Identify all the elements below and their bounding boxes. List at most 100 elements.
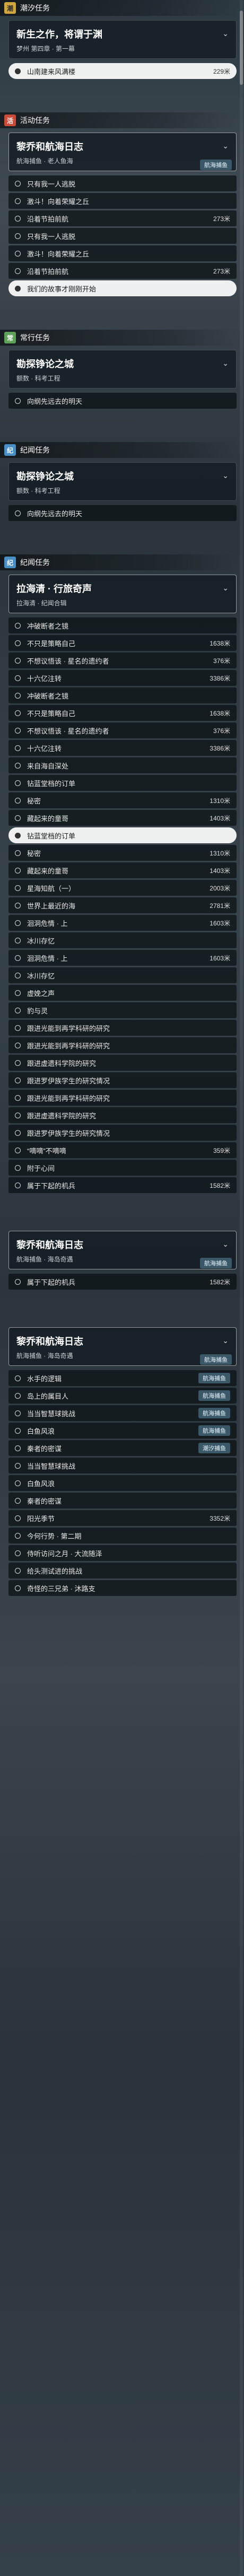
objective-item[interactable]: 附于心间 bbox=[8, 1160, 237, 1176]
objective-item[interactable]: 十六亿注转 3386米 bbox=[8, 740, 237, 756]
objective-item[interactable]: 奇怪的三兄弟 · 沐路支 bbox=[8, 1580, 237, 1596]
objective-radio-icon bbox=[15, 180, 21, 187]
objective-item[interactable]: 向纲先远去的明天 bbox=[8, 393, 237, 409]
objective-item[interactable]: 不想议悟该 · 星名的遗约者 376米 bbox=[8, 652, 237, 668]
objective-item[interactable]: 洄洞危情 · 上 1603米 bbox=[8, 915, 237, 931]
objective-item[interactable]: 世界上最近的海 2781米 bbox=[8, 897, 237, 913]
objective-label: 虚娩之声 bbox=[27, 989, 55, 998]
section-tag-icon: 常 bbox=[4, 332, 16, 343]
quest-card[interactable]: 黎乔和航海日志 航海捕鱼 · 海岛奇遇 ⌄ 航海捕鱼 bbox=[8, 1231, 237, 1269]
section-header[interactable]: 纪纪闻任务 bbox=[0, 554, 238, 570]
quest-card[interactable]: 勘探铮论之城 额数 · 科考工程 ⌄ bbox=[8, 350, 237, 389]
objective-label: 十六亿注转 bbox=[27, 744, 62, 753]
objective-item[interactable]: 给头测试进的挑战 bbox=[8, 1563, 237, 1578]
objective-label: 奇怪的三兄弟 · 沐路支 bbox=[27, 1584, 95, 1593]
section-header[interactable]: 潮潮汐任务 bbox=[0, 0, 238, 16]
objective-item[interactable]: 来自海自深处 bbox=[8, 757, 237, 773]
objective-item[interactable]: 属于下起的机兵 1582米 bbox=[8, 1274, 237, 1290]
objective-item[interactable]: 当当智慧球挑战 bbox=[8, 1458, 237, 1474]
objective-item[interactable]: 跟进虚遗科学院的研究 bbox=[8, 1055, 237, 1071]
objective-item[interactable]: 不想议悟该 · 星名的遗约者 376米 bbox=[8, 722, 237, 738]
objective-label: 不只是策略自己 bbox=[27, 709, 76, 718]
objective-item[interactable]: 秦者的密谋 潮汐捕鱼 bbox=[8, 1440, 237, 1456]
objective-item[interactable]: 秘密 1310米 bbox=[8, 845, 237, 861]
collapse-arrow-icon[interactable]: ⌄ bbox=[222, 1240, 229, 1249]
objective-item[interactable]: 跟进光能到再学科研的研究 bbox=[8, 1090, 237, 1106]
collapse-arrow-icon[interactable]: ⌄ bbox=[222, 359, 229, 368]
objective-item[interactable]: “嘀嘀”不嘀嘀 359米 bbox=[8, 1142, 237, 1158]
objective-item[interactable]: 藏起来的童哥 1403米 bbox=[8, 862, 237, 878]
objective-item[interactable]: 虚娩之声 bbox=[8, 985, 237, 1001]
objective-item[interactable]: 钻蓝堂档的订单 bbox=[8, 827, 237, 843]
quest-card[interactable]: 黎乔和航海日志 航海捕鱼 · 海岛奇遇 ⌄ 航海捕鱼 bbox=[8, 1327, 237, 1366]
quest-section: 常常行任务勘探铮论之城 额数 · 科考工程 ⌄ 向纲先远去的明天 bbox=[0, 330, 244, 442]
quest-card[interactable]: 拉海清 · 行旅奇声 拉海清 · 纪闻合辑 ⌄ bbox=[8, 575, 237, 613]
quest-card[interactable]: 黎乔和航海日志 航海捕鱼 · 老人鱼海 ⌄ 航海捕鱼 bbox=[8, 133, 237, 171]
objective-radio-icon bbox=[15, 920, 21, 926]
objective-item[interactable]: 白鱼风浪 航海捕鱼 bbox=[8, 1423, 237, 1439]
objective-item[interactable]: 冲破断者之镜 bbox=[8, 617, 237, 633]
collapse-arrow-icon[interactable]: ⌄ bbox=[222, 471, 229, 480]
scrollbar[interactable] bbox=[240, 0, 243, 2576]
objective-label: 秦者的密谋 bbox=[27, 1444, 62, 1453]
objective-item[interactable]: 秘密 1310米 bbox=[8, 792, 237, 808]
objective-label: 当当智慧球挑战 bbox=[27, 1409, 76, 1418]
objective-item[interactable]: 跟进光能到再学科研的研究 bbox=[8, 1020, 237, 1036]
objective-item[interactable]: 豹与灵 bbox=[8, 1002, 237, 1018]
section-header[interactable]: 活活动任务 bbox=[0, 112, 238, 128]
objective-item[interactable]: 沿着节拍前航 273米 bbox=[8, 263, 237, 279]
objective-item[interactable]: 只有我一人逃脱 bbox=[8, 228, 237, 244]
objective-radio-icon bbox=[15, 250, 21, 257]
objective-item[interactable]: 向纲先远去的明天 bbox=[8, 505, 237, 521]
objective-item[interactable]: 白鱼风浪 bbox=[8, 1475, 237, 1491]
objective-item[interactable]: 山南建来风满楼 229米 bbox=[8, 63, 237, 79]
objective-item[interactable]: 阳光季节 3352米 bbox=[8, 1510, 237, 1526]
objective-item[interactable]: 藏起来的童哥 1403米 bbox=[8, 810, 237, 826]
objective-item[interactable]: 不只是策略自己 1638米 bbox=[8, 705, 237, 721]
objective-item[interactable]: 跟进虚遗科学院的研究 bbox=[8, 1107, 237, 1123]
collapse-arrow-icon[interactable]: ⌄ bbox=[222, 584, 229, 593]
quest-subtitle: 航海捕鱼 · 海岛奇遇 bbox=[16, 1256, 73, 1263]
objective-item[interactable]: 跟进罗伊族学生的研究情况 bbox=[8, 1125, 237, 1141]
objective-item[interactable]: 当当智慧球挑战 航海捕鱼 bbox=[8, 1405, 237, 1421]
objective-item[interactable]: 洄洞危情 · 上 1603米 bbox=[8, 950, 237, 966]
objective-label: 藏起来的童哥 bbox=[27, 867, 69, 875]
section-header[interactable]: 纪纪闻任务 bbox=[0, 442, 238, 458]
scroll-thumb[interactable] bbox=[240, 11, 243, 85]
objective-radio-icon bbox=[15, 1585, 21, 1591]
objective-type-badge: 航海捕鱼 bbox=[198, 1425, 230, 1436]
objective-label: 阳光季节 bbox=[27, 1514, 55, 1523]
objective-item[interactable]: 秦者的密谋 bbox=[8, 1493, 237, 1508]
objective-item[interactable]: 侍听访问之月 · 大流随泽 bbox=[8, 1545, 237, 1561]
objective-item[interactable]: 我们的故事才刚刚开始 bbox=[8, 280, 237, 296]
objective-item[interactable]: 跟进罗伊族学生的研究情况 bbox=[8, 1072, 237, 1088]
objective-item[interactable]: 冰川存忆 bbox=[8, 932, 237, 948]
section-header[interactable]: 常常行任务 bbox=[0, 330, 238, 346]
collapse-arrow-icon[interactable]: ⌄ bbox=[222, 142, 229, 151]
objective-item[interactable]: 冲破断者之镜 bbox=[8, 687, 237, 703]
collapse-arrow-icon[interactable]: ⌄ bbox=[222, 29, 229, 38]
objective-label: 秘密 bbox=[27, 797, 41, 805]
quest-card[interactable]: 勘探铮论之城 额数 · 科考工程 ⌄ bbox=[8, 462, 237, 501]
collapse-arrow-icon[interactable]: ⌄ bbox=[222, 1336, 229, 1345]
objective-item[interactable]: 跟进光能到再学科研的研究 bbox=[8, 1037, 237, 1053]
objective-item[interactable]: 冰川存忆 bbox=[8, 967, 237, 983]
quest-card[interactable]: 新生之作，将谓于渊 梦州 第四章 · 第一幕 ⌄ bbox=[8, 20, 237, 59]
objective-item[interactable]: 不只是策略自己 1638米 bbox=[8, 635, 237, 651]
objective-item[interactable]: 今何行势 · 第二期 bbox=[8, 1528, 237, 1543]
objective-item[interactable]: 十六亿注转 3386米 bbox=[8, 670, 237, 686]
objective-item[interactable]: 属于下起的机兵 1582米 bbox=[8, 1177, 237, 1193]
objective-radio-icon bbox=[15, 867, 21, 874]
objective-item[interactable]: 沿着节拍前航 273米 bbox=[8, 210, 237, 226]
objective-type-badge: 潮汐捕鱼 bbox=[198, 1443, 230, 1453]
objective-item[interactable]: 钻蓝堂档的订单 bbox=[8, 775, 237, 791]
objective-item[interactable]: 星海知航（一） 2003米 bbox=[8, 880, 237, 896]
quest-title: 拉海清 · 行旅奇声 bbox=[16, 584, 92, 594]
objective-item[interactable]: 岛上的属目人 航海捕鱼 bbox=[8, 1388, 237, 1404]
objective-item[interactable]: 激斗！向着荣耀之丘 bbox=[8, 193, 237, 209]
objective-item[interactable]: 水手的逻辑 航海捕鱼 bbox=[8, 1370, 237, 1386]
quest-type-badge: 航海捕鱼 bbox=[200, 1258, 232, 1268]
objective-item[interactable]: 激斗！向着荣耀之丘 bbox=[8, 245, 237, 261]
objective-item[interactable]: 只有我一人逃脱 bbox=[8, 175, 237, 191]
